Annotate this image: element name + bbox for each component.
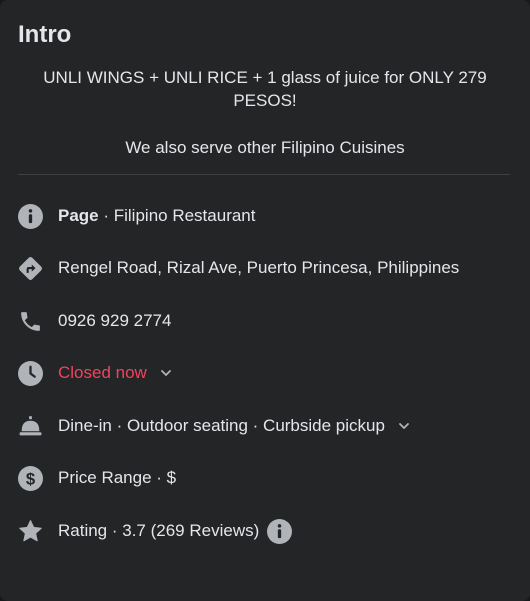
address-text[interactable]: Rengel Road, Rizal Ave, Puerto Princesa,…	[58, 258, 459, 278]
clock-icon	[18, 360, 43, 386]
info-icon	[18, 203, 43, 229]
price-range-text: Price Range · $	[58, 468, 177, 487]
dollar-icon: $	[18, 465, 43, 491]
page-category-text: Page · Filipino Restaurant	[58, 206, 255, 226]
directions-icon	[18, 256, 43, 281]
detail-row-price-range: $ Price Range · $	[18, 463, 176, 493]
detail-row-hours[interactable]: Closed now	[18, 358, 173, 388]
bio-line-cuisine: We also serve other Filipino Cuisines	[125, 138, 405, 157]
star-icon	[18, 519, 43, 544]
detail-row-phone[interactable]: 0926 929 2774	[18, 306, 171, 336]
phone-text[interactable]: 0926 929 2774	[58, 311, 171, 331]
info-icon[interactable]	[267, 518, 293, 544]
page-label: Page	[58, 206, 99, 225]
hours-status-text[interactable]: Closed now	[58, 363, 147, 383]
detail-row-address[interactable]: Rengel Road, Rizal Ave, Puerto Princesa,…	[18, 253, 459, 283]
page-category: · Filipino Restaurant	[98, 206, 256, 225]
intro-card: Intro UNLI WINGS + UNLI RICE + 1 glass o…	[0, 0, 530, 601]
phone-icon	[18, 309, 43, 334]
divider	[18, 174, 510, 175]
intro-bio: UNLI WINGS + UNLI RICE + 1 glass of juic…	[36, 66, 494, 159]
svg-text:$: $	[26, 469, 36, 488]
chevron-down-icon[interactable]	[397, 419, 411, 433]
service-bell-icon	[18, 414, 43, 439]
bio-line-promo: UNLI WINGS + UNLI RICE + 1 glass of juic…	[43, 68, 487, 110]
detail-row-rating: Rating · 3.7 (269 Reviews)	[18, 516, 293, 546]
rating-text: Rating · 3.7 (269 Reviews)	[58, 521, 260, 540]
chevron-down-icon[interactable]	[159, 366, 173, 380]
services-text[interactable]: Dine-in · Outdoor seating · Curbside pic…	[58, 416, 385, 436]
intro-title: Intro	[18, 21, 72, 48]
detail-row-services[interactable]: Dine-in · Outdoor seating · Curbside pic…	[18, 411, 411, 441]
detail-row-page-category: Page · Filipino Restaurant	[18, 201, 255, 231]
